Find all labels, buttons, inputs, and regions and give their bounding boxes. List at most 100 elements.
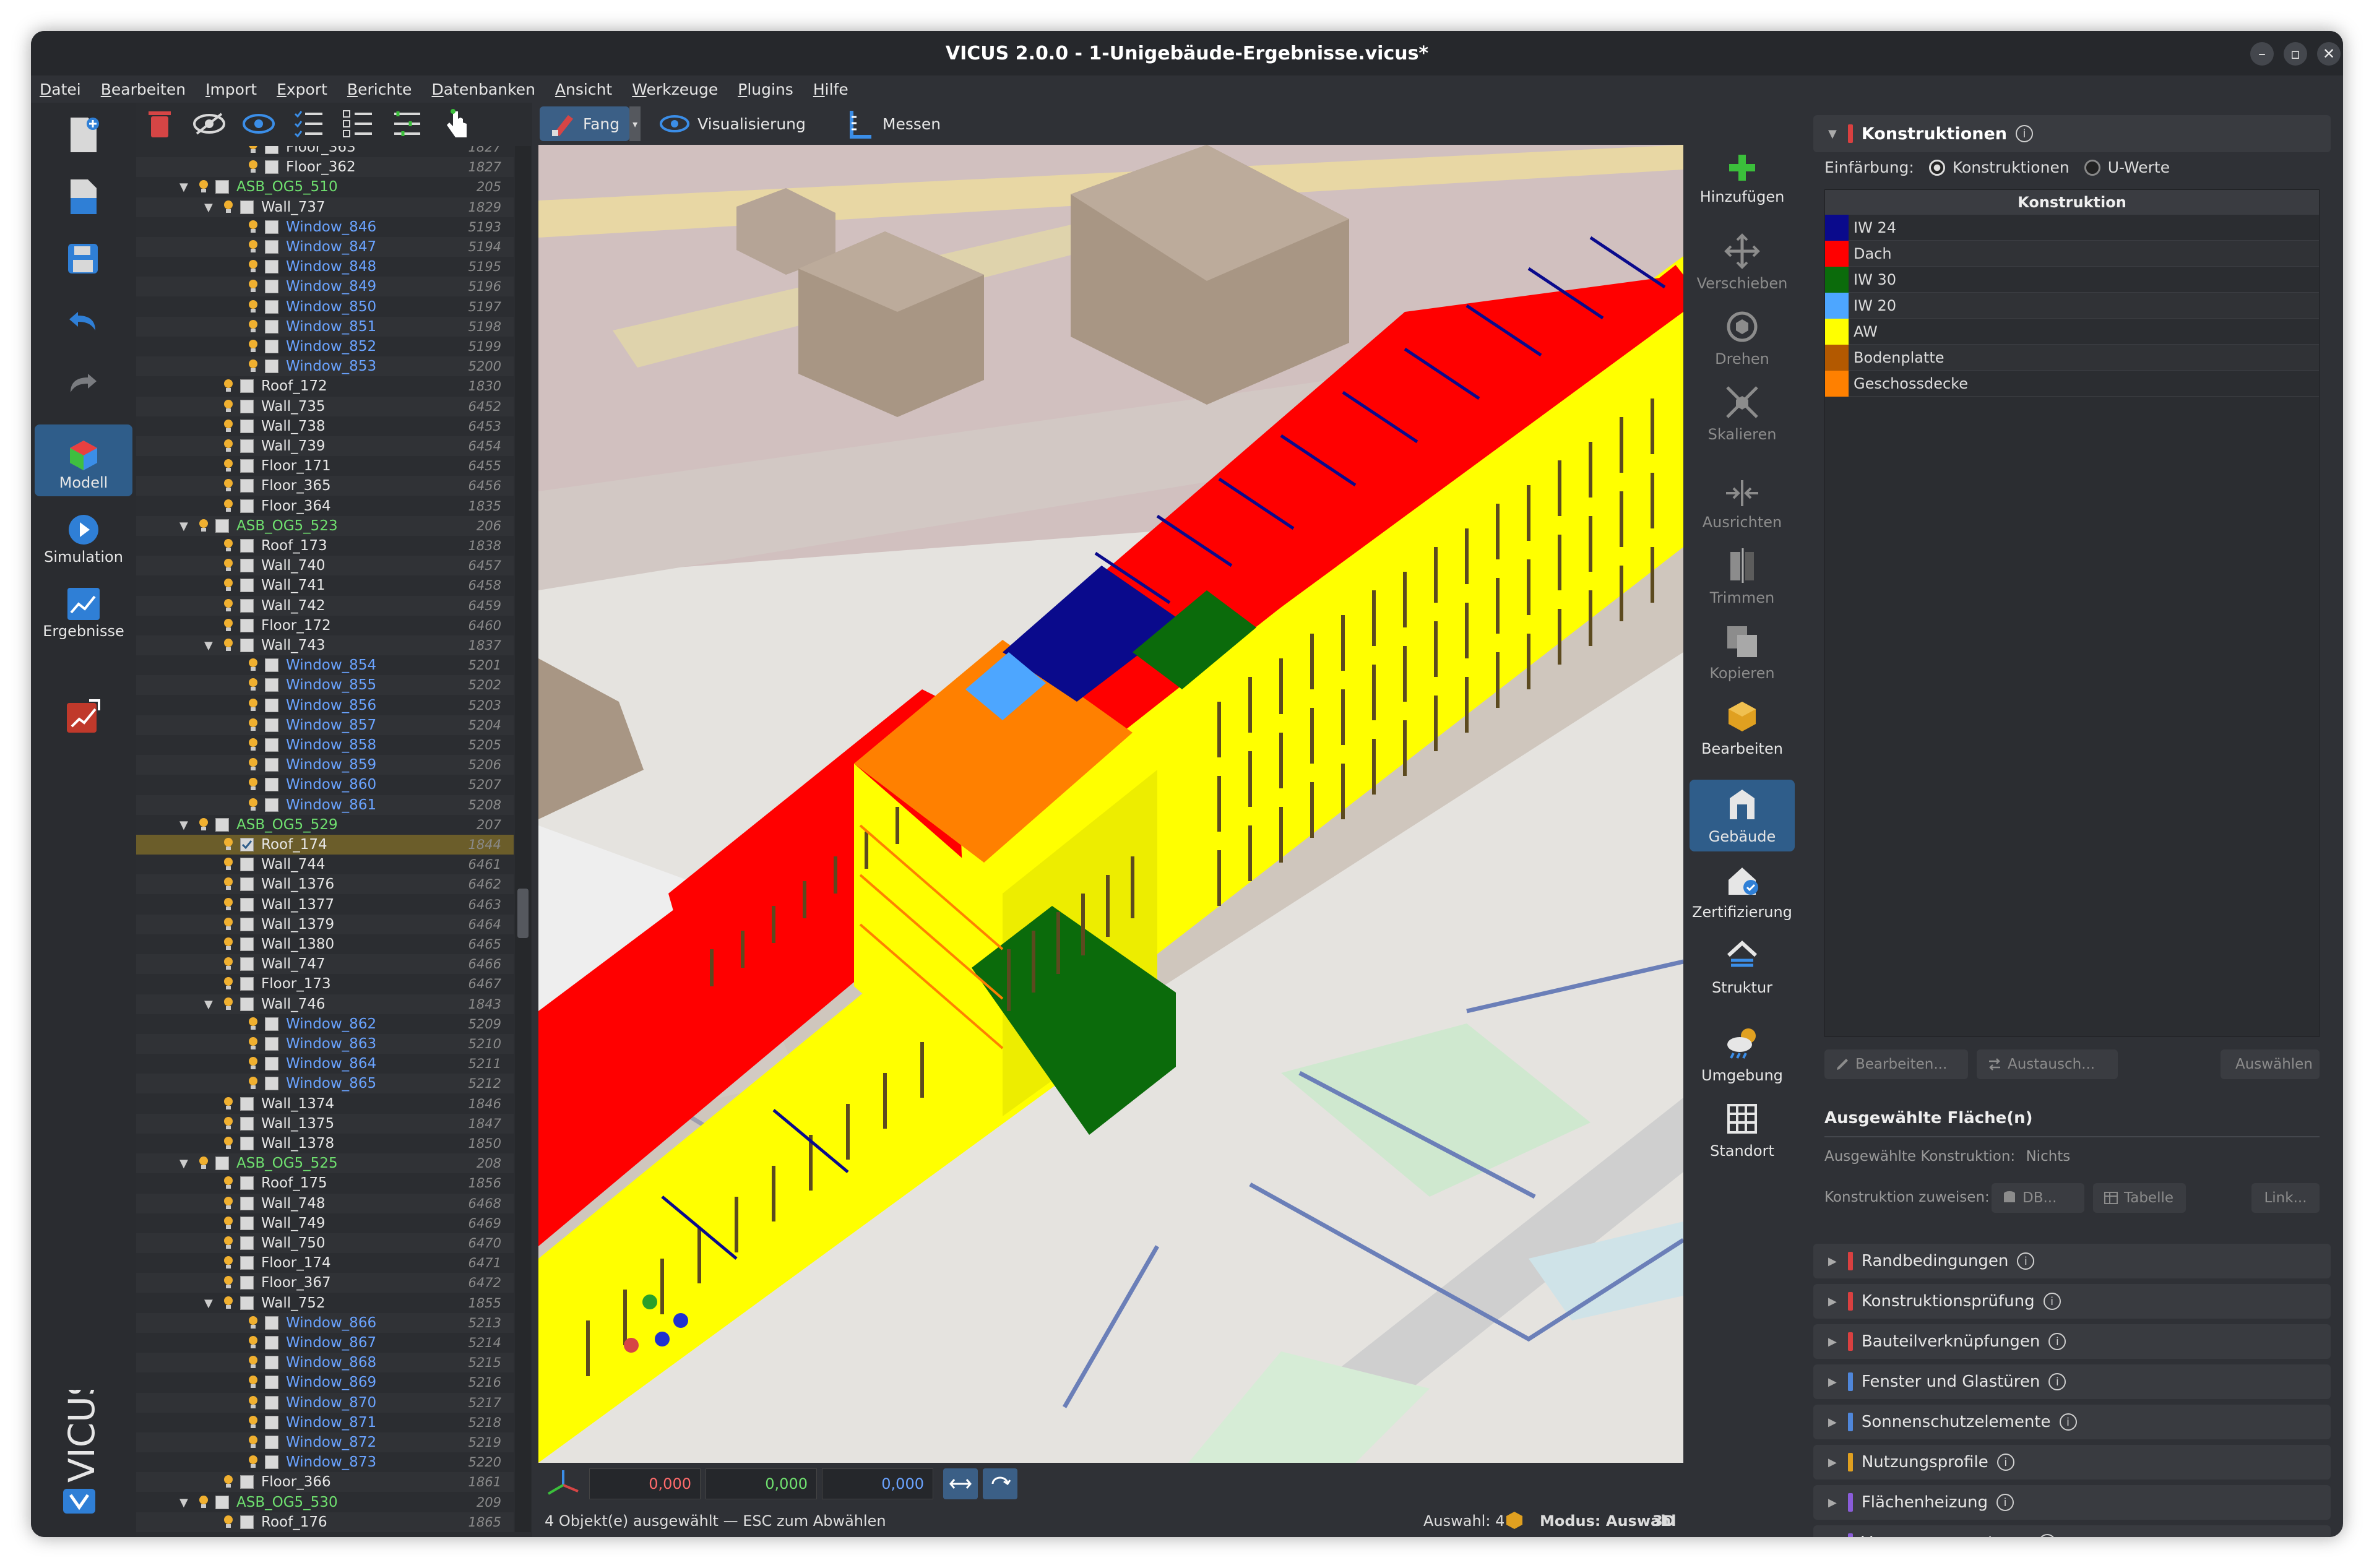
tree-row[interactable]: Wall_749 6469	[136, 1213, 514, 1233]
selection-checkbox[interactable]	[265, 1356, 278, 1370]
tree-row[interactable]: Window_866 5213	[136, 1312, 514, 1333]
selection-checkbox[interactable]	[240, 1096, 254, 1111]
tree-row[interactable]: Wall_747 6466	[136, 954, 514, 975]
tree-row[interactable]: Window_851 5198	[136, 316, 514, 337]
visibility-bulb-icon[interactable]	[248, 239, 259, 254]
selection-checkbox[interactable]	[240, 419, 254, 433]
messen-button[interactable]: Messen	[837, 106, 951, 141]
visibility-bulb-icon[interactable]	[223, 917, 234, 932]
selection-checkbox[interactable]	[240, 977, 254, 991]
visibility-bulb-icon[interactable]	[223, 578, 234, 593]
tree-row[interactable]: Floor_364 1835	[136, 496, 514, 516]
selection-checkbox[interactable]	[265, 146, 278, 154]
info-icon[interactable]: i	[2017, 1252, 2035, 1270]
tree-row[interactable]: Roof_172 1830	[136, 376, 514, 396]
visibility-bulb-icon[interactable]	[248, 777, 259, 792]
selection-checkbox[interactable]	[240, 1176, 254, 1191]
visibility-bulb-icon[interactable]	[248, 279, 259, 294]
info-icon[interactable]: i	[2016, 125, 2033, 142]
visibility-bulb-icon[interactable]	[223, 1475, 234, 1489]
coord-x-input[interactable]: 0,000	[589, 1468, 701, 1499]
selection-checkbox[interactable]	[240, 838, 254, 851]
selection-checkbox[interactable]	[265, 299, 278, 314]
visibility-bulb-icon[interactable]	[248, 1395, 259, 1410]
view-mode-indicator[interactable]: 3D	[1652, 1512, 1675, 1530]
tree-row[interactable]: Wall_1376 6462	[136, 874, 514, 895]
konstruktionen-section-header[interactable]: ▼ Konstruktionen i	[1813, 115, 2331, 152]
visibility-bulb-icon[interactable]	[248, 658, 259, 673]
selection-checkbox[interactable]	[240, 1236, 254, 1250]
visibility-bulb-icon[interactable]	[248, 757, 259, 772]
close-button[interactable]: ✕	[2317, 42, 2341, 66]
visibility-bulb-icon[interactable]	[248, 678, 259, 692]
menu-ansicht[interactable]: Ansicht	[555, 80, 612, 98]
visibility-bulb-icon[interactable]	[223, 399, 234, 414]
visibility-bulb-icon[interactable]	[223, 1136, 234, 1151]
selection-checkbox[interactable]	[240, 1216, 254, 1230]
selection-checkbox[interactable]	[240, 937, 254, 951]
tree-row[interactable]: Window_853 5200	[136, 356, 514, 377]
visibility-bulb-icon[interactable]	[223, 1216, 234, 1231]
selection-checkbox[interactable]	[265, 260, 278, 274]
tree-row[interactable]: Window_850 5197	[136, 297, 514, 317]
expand-arrow-icon[interactable]: ▼	[179, 1496, 192, 1509]
visibility-bulb-icon[interactable]	[223, 1256, 234, 1270]
visibility-bulb-icon[interactable]	[248, 1435, 259, 1450]
selection-checkbox[interactable]	[265, 319, 278, 334]
tree-row[interactable]: Window_867 5214	[136, 1333, 514, 1353]
tree-row[interactable]: Floor_363 1827	[136, 146, 514, 157]
tree-row[interactable]: Floor_171 6455	[136, 456, 514, 476]
selection-checkbox[interactable]	[240, 598, 254, 613]
visibility-bulb-icon[interactable]	[248, 339, 259, 354]
tree-row[interactable]: Window_856 5203	[136, 696, 514, 715]
tree-row[interactable]: Window_857 5204	[136, 715, 514, 735]
selection-checkbox[interactable]	[240, 1276, 254, 1290]
selection-checkbox[interactable]	[240, 897, 254, 911]
info-icon[interactable]: i	[2048, 1373, 2066, 1390]
gebaeude-button[interactable]: Gebäude	[1690, 780, 1795, 851]
visibility-bulb-icon[interactable]	[223, 1236, 234, 1251]
section-konstruktionspr-fung[interactable]: ▶ Konstruktionsprüfung i	[1813, 1284, 2331, 1319]
tree-row[interactable]: Window_869 5216	[136, 1372, 514, 1392]
tabelle-button[interactable]: Tabelle	[2093, 1183, 2186, 1213]
expand-arrow-icon[interactable]: ▼	[204, 639, 217, 652]
visibility-bulb-icon[interactable]	[248, 359, 259, 374]
section-versorgungssysteme[interactable]: ▶ Versorgungssysteme i	[1813, 1525, 2331, 1537]
deselect-all-icon[interactable]	[340, 106, 375, 141]
info-icon[interactable]: i	[2059, 1413, 2077, 1431]
selection-checkbox[interactable]	[240, 459, 254, 473]
tree-row[interactable]: Window_864 5211	[136, 1054, 514, 1074]
visibility-bulb-icon[interactable]	[198, 817, 209, 832]
selection-checkbox[interactable]	[265, 1415, 278, 1429]
visibility-bulb-icon[interactable]	[223, 997, 234, 1012]
tree-row[interactable]: Floor_366 1861	[136, 1472, 514, 1493]
selection-checkbox[interactable]	[240, 917, 254, 931]
expand-arrow-icon[interactable]: ▼	[179, 520, 192, 533]
info-icon[interactable]: i	[1996, 1454, 2014, 1471]
selection-checkbox[interactable]	[215, 519, 229, 533]
visibility-bulb-icon[interactable]	[223, 837, 234, 852]
standort-button[interactable]: Standort	[1690, 1094, 1795, 1166]
tree-row[interactable]: Roof_173 1838	[136, 536, 514, 556]
visibility-bulb-icon[interactable]	[223, 419, 234, 434]
fang-button[interactable]: Fang	[540, 106, 630, 141]
info-icon[interactable]: i	[2043, 1293, 2061, 1310]
selection-checkbox[interactable]	[265, 698, 278, 712]
selection-checkbox[interactable]	[240, 1296, 254, 1310]
tree-row[interactable]: Wall_1377 6463	[136, 895, 514, 915]
tree-row[interactable]: Window_847 5194	[136, 237, 514, 257]
selection-checkbox[interactable]	[265, 718, 278, 732]
visibility-bulb-icon[interactable]	[248, 146, 259, 155]
tree-row[interactable]: Wall_1375 1847	[136, 1113, 514, 1134]
tree-row[interactable]: Window_849 5196	[136, 277, 514, 297]
visibility-bulb-icon[interactable]	[223, 877, 234, 892]
info-icon[interactable]: i	[2048, 1333, 2066, 1350]
translate-mode-button[interactable]	[943, 1468, 978, 1499]
tree-row[interactable]: Wall_740 6457	[136, 556, 514, 576]
link-button[interactable]: Link...	[2251, 1183, 2320, 1213]
tree-row[interactable]: Window_861 5208	[136, 795, 514, 815]
visibility-bulb-icon[interactable]	[198, 519, 209, 533]
selection-checkbox[interactable]	[240, 1196, 254, 1210]
open-file-icon[interactable]	[63, 177, 103, 217]
section-fl-chenheizung[interactable]: ▶ Flächenheizung i	[1813, 1485, 2331, 1520]
